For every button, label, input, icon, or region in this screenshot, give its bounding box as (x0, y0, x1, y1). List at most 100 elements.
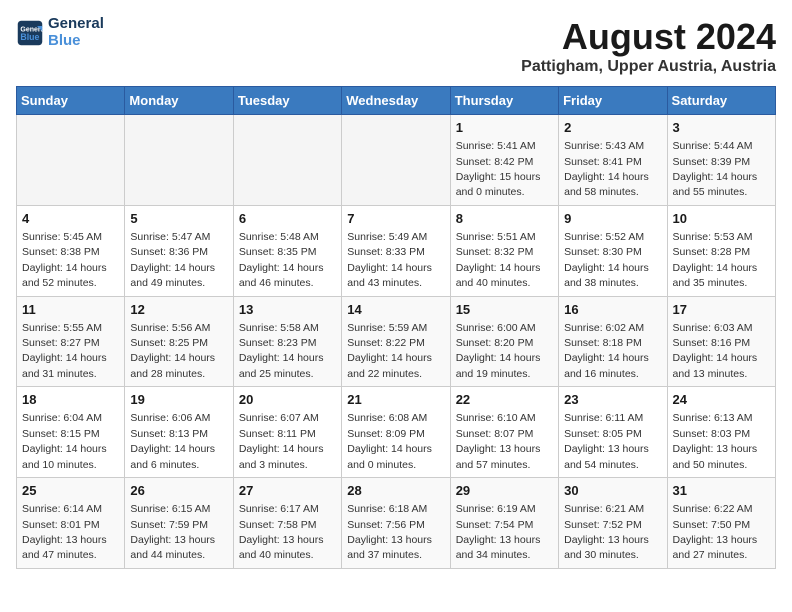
day-info: Sunrise: 5:53 AM Sunset: 8:28 PM Dayligh… (673, 231, 758, 289)
day-info: Sunrise: 6:03 AM Sunset: 8:16 PM Dayligh… (673, 322, 758, 380)
day-number: 2 (564, 119, 661, 137)
day-header-tuesday: Tuesday (233, 87, 341, 115)
calendar-cell: 7 Sunrise: 5:49 AM Sunset: 8:33 PM Daylig… (342, 205, 450, 296)
day-info: Sunrise: 5:55 AM Sunset: 8:27 PM Dayligh… (22, 322, 107, 380)
day-number: 6 (239, 210, 336, 228)
day-info: Sunrise: 6:13 AM Sunset: 8:03 PM Dayligh… (673, 412, 758, 470)
calendar-cell (17, 115, 125, 206)
calendar-cell: 21 Sunrise: 6:08 AM Sunset: 8:09 PM Dayli… (342, 387, 450, 478)
calendar-cell: 17 Sunrise: 6:03 AM Sunset: 8:16 PM Dayli… (667, 296, 775, 387)
day-number: 26 (130, 482, 227, 500)
day-number: 25 (22, 482, 119, 500)
day-number: 11 (22, 301, 119, 319)
day-info: Sunrise: 5:44 AM Sunset: 8:39 PM Dayligh… (673, 140, 758, 198)
calendar-cell: 1 Sunrise: 5:41 AM Sunset: 8:42 PM Daylig… (450, 115, 558, 206)
day-info: Sunrise: 6:08 AM Sunset: 8:09 PM Dayligh… (347, 412, 432, 470)
calendar-cell: 5 Sunrise: 5:47 AM Sunset: 8:36 PM Daylig… (125, 205, 233, 296)
calendar-cell: 31 Sunrise: 6:22 AM Sunset: 7:50 PM Dayli… (667, 478, 775, 569)
day-header-saturday: Saturday (667, 87, 775, 115)
day-number: 22 (456, 391, 553, 409)
day-info: Sunrise: 5:52 AM Sunset: 8:30 PM Dayligh… (564, 231, 649, 289)
calendar-cell (233, 115, 341, 206)
calendar-cell: 13 Sunrise: 5:58 AM Sunset: 8:23 PM Dayli… (233, 296, 341, 387)
day-info: Sunrise: 5:56 AM Sunset: 8:25 PM Dayligh… (130, 322, 215, 380)
day-info: Sunrise: 6:11 AM Sunset: 8:05 PM Dayligh… (564, 412, 649, 470)
day-info: Sunrise: 6:00 AM Sunset: 8:20 PM Dayligh… (456, 322, 541, 380)
calendar-cell: 9 Sunrise: 5:52 AM Sunset: 8:30 PM Daylig… (559, 205, 667, 296)
day-info: Sunrise: 5:45 AM Sunset: 8:38 PM Dayligh… (22, 231, 107, 289)
day-info: Sunrise: 6:18 AM Sunset: 7:56 PM Dayligh… (347, 503, 432, 561)
logo: General Blue General Blue (16, 16, 104, 49)
calendar-cell: 23 Sunrise: 6:11 AM Sunset: 8:05 PM Dayli… (559, 387, 667, 478)
svg-text:Blue: Blue (20, 32, 39, 42)
day-number: 9 (564, 210, 661, 228)
week-row-1: 1 Sunrise: 5:41 AM Sunset: 8:42 PM Daylig… (17, 115, 776, 206)
day-header-friday: Friday (559, 87, 667, 115)
day-number: 4 (22, 210, 119, 228)
calendar-cell (125, 115, 233, 206)
calendar-header-row: SundayMondayTuesdayWednesdayThursdayFrid… (17, 87, 776, 115)
day-number: 13 (239, 301, 336, 319)
day-number: 19 (130, 391, 227, 409)
logo-icon: General Blue (16, 19, 44, 47)
calendar-cell: 19Sunrise: 6:06 AM Sunset: 8:13 PM Dayli… (125, 387, 233, 478)
day-info: Sunrise: 6:07 AM Sunset: 8:11 PM Dayligh… (239, 412, 324, 470)
day-number: 31 (673, 482, 770, 500)
day-number: 27 (239, 482, 336, 500)
week-row-3: 11 Sunrise: 5:55 AM Sunset: 8:27 PM Dayli… (17, 296, 776, 387)
day-number: 7 (347, 210, 444, 228)
day-info: Sunrise: 6:10 AM Sunset: 8:07 PM Dayligh… (456, 412, 541, 470)
day-info: Sunrise: 5:43 AM Sunset: 8:41 PM Dayligh… (564, 140, 649, 198)
calendar-cell: 29 Sunrise: 6:19 AM Sunset: 7:54 PM Dayli… (450, 478, 558, 569)
day-number: 8 (456, 210, 553, 228)
logo-text-line1: General (48, 16, 104, 33)
day-info: Sunrise: 6:17 AM Sunset: 7:58 PM Dayligh… (239, 503, 324, 561)
calendar-cell: 3Sunrise: 5:44 AM Sunset: 8:39 PM Daylig… (667, 115, 775, 206)
day-info: Sunrise: 5:47 AM Sunset: 8:36 PM Dayligh… (130, 231, 215, 289)
calendar-cell: 16 Sunrise: 6:02 AM Sunset: 8:18 PM Dayli… (559, 296, 667, 387)
day-number: 21 (347, 391, 444, 409)
day-number: 29 (456, 482, 553, 500)
day-number: 20 (239, 391, 336, 409)
day-info: Sunrise: 5:49 AM Sunset: 8:33 PM Dayligh… (347, 231, 432, 289)
day-number: 1 (456, 119, 553, 137)
day-number: 18 (22, 391, 119, 409)
day-info: Sunrise: 6:04 AM Sunset: 8:15 PM Dayligh… (22, 412, 107, 470)
day-info: Sunrise: 6:15 AM Sunset: 7:59 PM Dayligh… (130, 503, 215, 561)
calendar-cell: 20 Sunrise: 6:07 AM Sunset: 8:11 PM Dayli… (233, 387, 341, 478)
calendar-cell: 4 Sunrise: 5:45 AM Sunset: 8:38 PM Daylig… (17, 205, 125, 296)
day-info: Sunrise: 5:58 AM Sunset: 8:23 PM Dayligh… (239, 322, 324, 380)
day-number: 16 (564, 301, 661, 319)
calendar-cell: 12 Sunrise: 5:56 AM Sunset: 8:25 PM Dayli… (125, 296, 233, 387)
week-row-4: 18 Sunrise: 6:04 AM Sunset: 8:15 PM Dayli… (17, 387, 776, 478)
day-info: Sunrise: 6:14 AM Sunset: 8:01 PM Dayligh… (22, 503, 107, 561)
calendar-cell: 27 Sunrise: 6:17 AM Sunset: 7:58 PM Dayli… (233, 478, 341, 569)
day-number: 17 (673, 301, 770, 319)
day-header-thursday: Thursday (450, 87, 558, 115)
day-header-wednesday: Wednesday (342, 87, 450, 115)
page-header: General Blue General Blue August 2024 Pa… (16, 16, 776, 76)
day-number: 30 (564, 482, 661, 500)
page-title: August 2024 (521, 16, 776, 58)
calendar-cell: 25 Sunrise: 6:14 AM Sunset: 8:01 PM Dayli… (17, 478, 125, 569)
day-number: 10 (673, 210, 770, 228)
calendar-cell: 28Sunrise: 6:18 AM Sunset: 7:56 PM Dayli… (342, 478, 450, 569)
day-number: 15 (456, 301, 553, 319)
calendar-cell: 30Sunrise: 6:21 AM Sunset: 7:52 PM Dayli… (559, 478, 667, 569)
day-number: 23 (564, 391, 661, 409)
calendar-cell: 11 Sunrise: 5:55 AM Sunset: 8:27 PM Dayli… (17, 296, 125, 387)
calendar-cell: 18 Sunrise: 6:04 AM Sunset: 8:15 PM Dayli… (17, 387, 125, 478)
day-info: Sunrise: 6:19 AM Sunset: 7:54 PM Dayligh… (456, 503, 541, 561)
day-info: Sunrise: 5:59 AM Sunset: 8:22 PM Dayligh… (347, 322, 432, 380)
page-subtitle: Pattigham, Upper Austria, Austria (521, 58, 776, 76)
day-info: Sunrise: 6:02 AM Sunset: 8:18 PM Dayligh… (564, 322, 649, 380)
calendar-table: SundayMondayTuesdayWednesdayThursdayFrid… (16, 86, 776, 569)
day-info: Sunrise: 5:41 AM Sunset: 8:42 PM Dayligh… (456, 140, 541, 198)
day-number: 12 (130, 301, 227, 319)
day-info: Sunrise: 5:48 AM Sunset: 8:35 PM Dayligh… (239, 231, 324, 289)
calendar-cell: 2 Sunrise: 5:43 AM Sunset: 8:41 PM Daylig… (559, 115, 667, 206)
day-header-sunday: Sunday (17, 87, 125, 115)
day-info: Sunrise: 6:22 AM Sunset: 7:50 PM Dayligh… (673, 503, 758, 561)
day-number: 5 (130, 210, 227, 228)
day-number: 24 (673, 391, 770, 409)
